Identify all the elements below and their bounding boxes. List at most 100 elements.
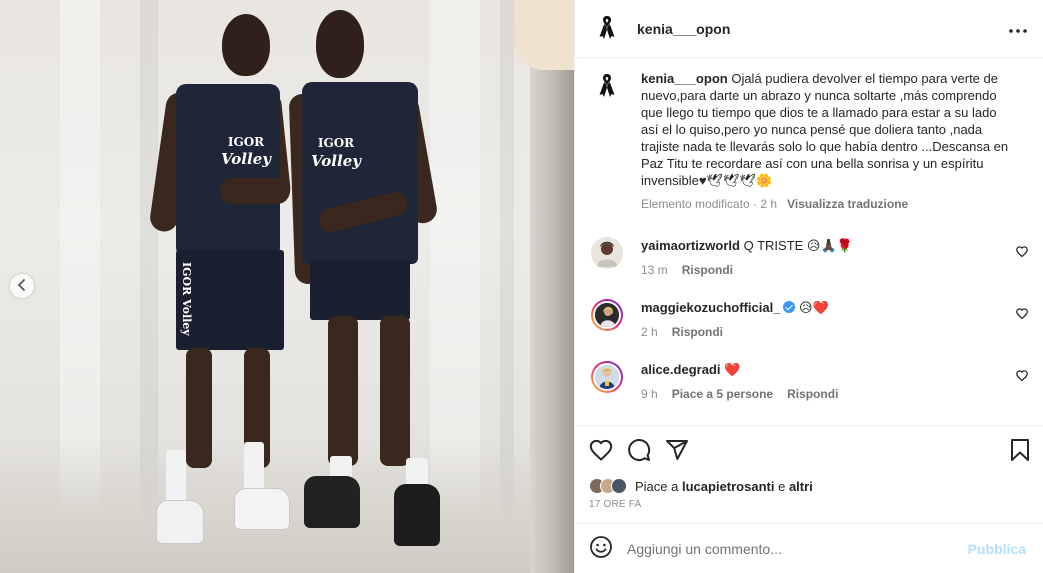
bookmark-icon [1010, 438, 1030, 465]
save-button[interactable] [1010, 438, 1030, 465]
jersey-team-text: Volley [221, 150, 271, 168]
post-sidebar: kenia___opon kenia___opon Ojalá pudiera … [574, 0, 1043, 573]
comment-time: 13 m [641, 263, 668, 277]
like-button[interactable] [589, 439, 613, 464]
player-shoe [394, 484, 440, 546]
verified-badge-icon [783, 301, 796, 313]
heart-outline-icon [1016, 369, 1028, 384]
commenter-avatar[interactable] [591, 237, 623, 269]
post-actions: Piace a lucapietrosanti e altri 17 ORE F… [575, 425, 1043, 510]
smiley-icon [589, 535, 613, 562]
caption-avatar[interactable] [591, 70, 623, 102]
author-avatar[interactable] [591, 13, 623, 45]
player-head [316, 10, 364, 78]
comment-like-button[interactable] [1016, 369, 1028, 384]
comment-text-block: maggiekozuchofficial_ 😥❤️ [641, 299, 971, 316]
comment-button[interactable] [627, 438, 651, 465]
likes-summary: Piace a lucapietrosanti e altri [589, 478, 1030, 494]
heart-outline-icon [1016, 307, 1028, 322]
player-left: IGOR Volley IGOR Volley [148, 10, 300, 560]
comment-username[interactable]: maggiekozuchofficial_ [641, 300, 780, 315]
player-leg [328, 316, 358, 466]
player-sock [244, 442, 264, 494]
likes-others-link[interactable]: altri [789, 479, 813, 494]
share-button[interactable] [665, 438, 689, 465]
comment-reply-button[interactable]: Rispondi [672, 325, 723, 339]
comment-meta: 9 h Piace a 5 persone Rispondi [641, 387, 971, 401]
paper-plane-icon [665, 438, 689, 465]
comment-like-button[interactable] [1016, 307, 1028, 322]
player-shoe [156, 500, 204, 544]
comment-item: yaimaortizworld Q TRISTE 😥🙏🏿🌹 13 m Rispo… [591, 237, 1028, 277]
black-ribbon-icon [598, 72, 616, 101]
comment-time: 2 h [641, 325, 658, 339]
comment-text: 😥❤️ [799, 300, 829, 315]
comment-text: Q TRISTE 😥🙏🏿🌹 [743, 238, 853, 253]
author-username[interactable]: kenia___opon [637, 21, 730, 37]
commenter-avatar[interactable] [591, 361, 623, 393]
post-header: kenia___opon [575, 0, 1043, 58]
player-forearm [220, 178, 290, 204]
player-jersey [302, 82, 418, 264]
emoji-button[interactable] [589, 535, 613, 562]
publish-button[interactable]: Pubblica [968, 541, 1026, 557]
black-ribbon-icon [598, 14, 616, 43]
player-jersey [176, 84, 280, 254]
comments-section[interactable]: kenia___opon Ojalá pudiera devolver el t… [575, 58, 1043, 425]
commenter-avatar[interactable] [591, 299, 623, 331]
player-shorts [310, 260, 410, 320]
comment-item: alice.degradi ❤️ 9 h Piace a 5 persone R… [591, 361, 1028, 401]
comment-input[interactable] [627, 540, 968, 557]
caption-text-block: kenia___opon Ojalá pudiera devolver el t… [641, 70, 1011, 189]
action-bar [589, 438, 1030, 464]
add-comment-bar: Pubblica [575, 523, 1043, 573]
post-photo[interactable]: IGOR Volley IGOR Volley IGOR Volley [0, 0, 574, 573]
comment-text: ❤️ [724, 362, 741, 377]
more-horizontal-icon [1009, 21, 1027, 36]
jersey-brand-text: IGOR [227, 135, 265, 149]
comment-meta: 2 h Rispondi [641, 325, 971, 339]
comment-reply-button[interactable]: Rispondi [682, 263, 733, 277]
translate-link[interactable]: Visualizza traduzione [787, 197, 908, 211]
photo-edge [530, 0, 574, 573]
likes-prefix: Piace a [635, 478, 679, 494]
player-leg [380, 316, 410, 466]
caption-text: Ojalá pudiera devolver el tiempo para ve… [641, 71, 1009, 188]
comment-likes-count[interactable]: Piace a 5 persone [672, 387, 773, 401]
comment-text-block: alice.degradi ❤️ [641, 361, 971, 378]
likes-joiner: e [778, 478, 786, 494]
chevron-left-icon [17, 278, 27, 294]
comment-item: maggiekozuchofficial_ 😥❤️ 2 h Rispondi [591, 299, 1028, 339]
carousel-prev-button[interactable] [10, 274, 34, 298]
photo-edge [514, 0, 574, 70]
comment-bubble-icon [627, 438, 651, 465]
post-timestamp[interactable]: 17 ORE FA [589, 499, 1030, 510]
comment-text-block: yaimaortizworld Q TRISTE 😥🙏🏿🌹 [641, 237, 971, 254]
player-head [222, 14, 270, 76]
heart-outline-icon [1016, 245, 1028, 260]
jersey-team-text: Volley [311, 152, 361, 170]
player-sock [166, 450, 186, 502]
caption-meta: Elemento modificato · 2 h Visualizza tra… [641, 197, 1011, 211]
liker-avatars[interactable] [589, 478, 627, 494]
player-leg [186, 348, 212, 468]
comment-username[interactable]: yaimaortizworld [641, 238, 740, 253]
post-caption: kenia___opon Ojalá pudiera devolver el t… [591, 70, 1028, 211]
jersey-brand-text: IGOR [317, 136, 355, 150]
caption-username[interactable]: kenia___opon [641, 71, 728, 86]
player-shoe [234, 488, 290, 530]
comment-username[interactable]: alice.degradi [641, 362, 720, 377]
instagram-post: IGOR Volley IGOR Volley IGOR Volley keni… [0, 0, 1043, 573]
comment-like-button[interactable] [1016, 245, 1028, 260]
heart-outline-icon [589, 439, 613, 464]
player-right: IGOR Volley [288, 6, 448, 561]
player-shoe [304, 476, 360, 528]
comment-reply-button[interactable]: Rispondi [787, 387, 838, 401]
comment-meta: 13 m Rispondi [641, 263, 971, 277]
comment-time: 9 h [641, 387, 658, 401]
more-options-button[interactable] [1009, 21, 1027, 36]
caption-edited-time: Elemento modificato · 2 h [641, 197, 778, 211]
liker-username[interactable]: lucapietrosanti [682, 479, 774, 494]
shorts-label-text: IGOR Volley [180, 262, 193, 336]
liker-avatar [611, 478, 627, 494]
